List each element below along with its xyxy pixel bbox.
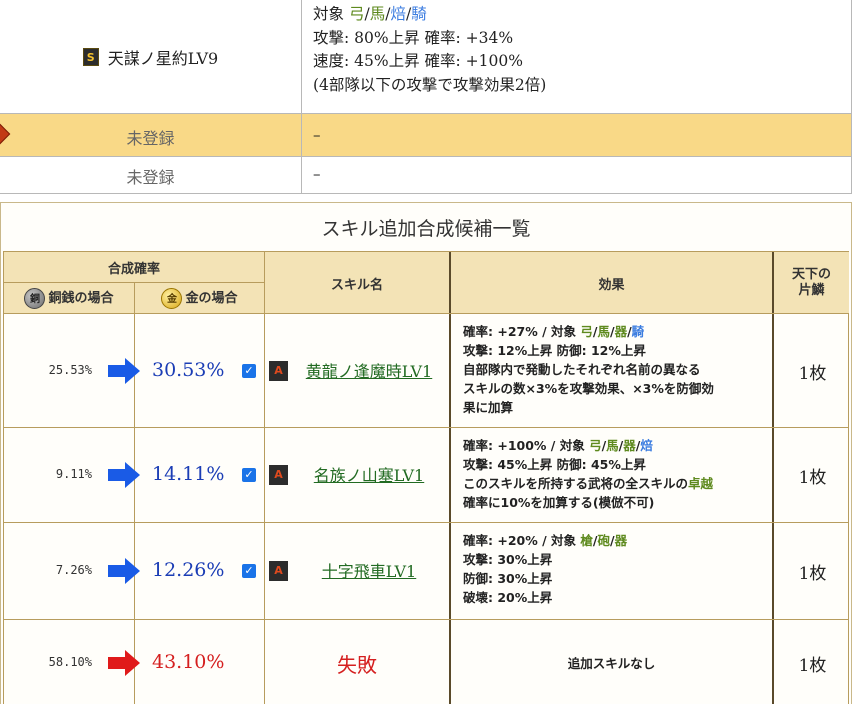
effect-text: 防御: 30%上昇 [463, 571, 553, 586]
effect-text: 器 [614, 533, 628, 548]
header-skill-name: スキル名 [330, 278, 383, 293]
effect-line-attack: 攻撃: 80%上昇 確率: +34% [313, 28, 514, 47]
effect-text: 焙 [640, 438, 653, 453]
gold-rate: 12.26% [152, 559, 225, 581]
cost-value: 1枚 [798, 564, 827, 584]
skill-effect: 確率: +20% / 対象 槍/砲/器攻撃: 30%上昇 防御: 30%上昇 破壊:… [463, 531, 781, 607]
effect-line: 破壊: 20%上昇 [463, 588, 781, 607]
effect-text: 果に加算 [463, 400, 514, 415]
effect-text: 騎 [631, 324, 645, 339]
effect-text: 卓越 [688, 476, 714, 491]
header-cost: 天下の 片鱗 [791, 267, 831, 298]
effect-text: このスキルを所持する武将の全スキルの [463, 476, 689, 491]
gold-rate: 30.53% [152, 358, 225, 381]
unregistered-label: 未登録 [126, 129, 175, 148]
effect-line-target: 対象 弓/馬/焙/騎 [313, 3, 843, 27]
effect-text: 弓 [589, 438, 602, 453]
current-skill-effect: 対象 弓/馬/焙/騎 攻撃: 80%上昇 確率: +34% 速度: 45%上昇 … [313, 3, 843, 97]
effect-line: スキルの数×3%を攻撃効果、×3%を防御効 [463, 379, 781, 398]
header-rate-group: 合成確率 [107, 262, 160, 277]
copper-rate: 7.26% [55, 563, 92, 577]
top-skill-table: S 天謀ノ星約LV9 対象 弓/馬/焙/騎 攻撃: 80%上昇 確率: +34%… [0, 0, 868, 194]
s-rank-badge: S [82, 47, 99, 66]
effect-text: 攻撃: 45%上昇 防御: 45%上昇 [463, 457, 646, 472]
gold-rate: 14.11% [152, 463, 225, 485]
unit-type-label: 焙 [390, 5, 406, 23]
effect-line-note: (4部隊以下の攻撃で攻撃効果2倍) [313, 75, 547, 94]
effect-target-label: 対象 [313, 5, 349, 23]
select-checkbox[interactable]: ✓ [242, 468, 256, 482]
unit-type-label: 馬 [369, 5, 386, 23]
effect-text: 馬 [597, 324, 610, 339]
effect-text: 自部隊内で発動したそれぞれ名前の異なる [463, 362, 701, 377]
effect-text: 確率: +100% / 対象 [463, 438, 590, 453]
a-rank-badge: A [269, 360, 288, 381]
unit-type-label: 騎 [411, 5, 427, 23]
copper-rate: 25.53% [48, 362, 92, 377]
effect-text: 破壊: 20%上昇 [463, 590, 553, 605]
effect-text: 攻撃: 30%上昇 [463, 552, 553, 567]
unregistered-value: – [313, 165, 321, 183]
effect-text: 確率: +27% / 対象 [463, 324, 581, 339]
effect-line-speed: 速度: 45%上昇 確率: +100% [313, 52, 523, 70]
header-effect: 効果 [598, 278, 625, 293]
unit-type-label: 弓 [348, 5, 365, 23]
arrow-right-icon [108, 558, 140, 584]
arrow-right-icon [108, 357, 140, 384]
effect-text: 攻撃: 12%上昇 防御: 12%上昇 [463, 343, 646, 358]
skill-name-link[interactable]: 黄龍ノ逢魔時LV1 [294, 358, 444, 382]
unregistered-value: – [313, 126, 321, 144]
effect-line: 攻撃: 12%上昇 防御: 12%上昇 [463, 341, 781, 360]
copper-rate: 58.10% [48, 654, 92, 669]
panel-title: スキル追加合成候補一覧 [321, 218, 531, 240]
effect-line: 果に加算 [463, 398, 781, 417]
gold-rate: 43.10% [152, 650, 225, 673]
fail-label: 失敗 [337, 652, 377, 677]
effect-text: 追加スキルなし [567, 655, 656, 671]
effect-text: 確率: +20% / 対象 [463, 533, 581, 548]
skill-name-link[interactable]: 名族ノ山塞LV1 [294, 462, 444, 486]
unregistered-label: 未登録 [126, 168, 175, 187]
a-rank-badge: A [269, 561, 288, 581]
effect-text: 確率に10%を加算する(模倣不可) [463, 495, 655, 510]
effect-line: 防御: 30%上昇 [463, 569, 781, 588]
arrow-right-icon [108, 462, 140, 488]
skill-effect: 追加スキルなし [451, 654, 772, 673]
effect-line: 確率: +27% / 対象 弓/馬/器/騎 [463, 322, 781, 341]
header-copper: 銅銅銭の場合 [4, 287, 134, 309]
effect-text: 馬 [606, 438, 619, 453]
effect-text: 器 [614, 324, 628, 339]
a-rank-badge: A [269, 465, 288, 485]
effect-line: 攻撃: 30%上昇 [463, 550, 781, 569]
effect-text: 砲 [597, 533, 610, 548]
arrow-right-icon [108, 649, 140, 676]
effect-line: 追加スキルなし [451, 654, 772, 673]
effect-line: 確率: +100% / 対象 弓/馬/器/焙 [463, 436, 781, 455]
skill-effect: 確率: +100% / 対象 弓/馬/器/焙攻撃: 45%上昇 防御: 45%上… [463, 436, 781, 512]
copper-rate: 9.11% [55, 467, 92, 481]
effect-line: 確率: +20% / 対象 槍/砲/器 [463, 531, 781, 550]
effect-text: スキルの数×3%を攻撃効果、×3%を防御効 [463, 381, 714, 396]
current-skill-cell: S 天謀ノ星約LV9 [0, 0, 301, 113]
synthesis-candidate-table: 合成確率 銅銅銭の場合 金金の場合 スキル名 効果 天下の 片鱗 25.53% 3… [3, 251, 849, 704]
select-checkbox[interactable]: ✓ [242, 363, 256, 378]
effect-line: 確率に10%を加算する(模倣不可) [463, 493, 781, 512]
copper-coin-icon: 銅 [24, 288, 46, 309]
effect-line: 自部隊内で発動したそれぞれ名前の異なる [463, 360, 781, 379]
cost-value: 1枚 [798, 655, 827, 676]
effect-text: 槍 [580, 533, 593, 548]
effect-line: 攻撃: 45%上昇 防御: 45%上昇 [463, 455, 781, 474]
skill-name-link[interactable]: 十字飛車LV1 [294, 558, 444, 582]
skill-effect: 確率: +27% / 対象 弓/馬/器/騎攻撃: 12%上昇 防御: 12%上昇… [463, 322, 781, 417]
gold-coin-icon: 金 [161, 288, 183, 309]
header-gold: 金金の場合 [135, 287, 264, 309]
effect-text: 弓 [580, 324, 593, 339]
effect-line: このスキルを所持する武将の全スキルの卓越 [463, 474, 781, 493]
effect-text: 器 [623, 438, 636, 453]
cost-value: 1枚 [798, 468, 827, 488]
cost-value: 1枚 [798, 363, 827, 384]
current-skill-name: 天謀ノ星約LV9 [107, 48, 219, 68]
select-checkbox[interactable]: ✓ [242, 564, 256, 578]
